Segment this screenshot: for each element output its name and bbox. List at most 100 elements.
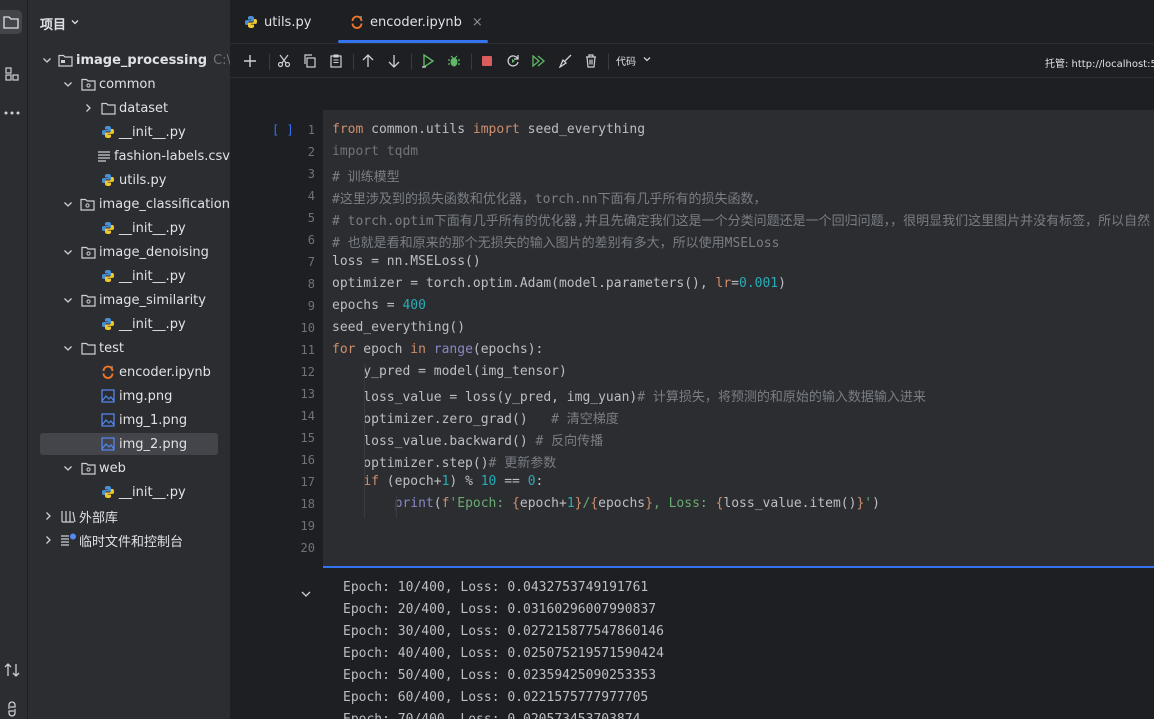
line-number: 13 [300, 387, 315, 401]
package-folder-icon [80, 460, 96, 476]
chevron-down-icon[interactable] [42, 54, 52, 66]
tree-item[interactable]: __init__.py [28, 217, 230, 239]
chevron-right-icon[interactable] [82, 102, 94, 114]
structure-icon[interactable] [0, 62, 24, 86]
code-line[interactable]: #这里涉及到的损失函数和优化器，torch.nn下面有几乎所有的损失函数， [332, 188, 766, 207]
chevron-right-icon[interactable] [42, 510, 54, 522]
chevron-down-icon[interactable] [62, 246, 74, 258]
code-line[interactable]: loss_value = loss(y_pred, img_yuan)# 计算损… [332, 386, 926, 405]
chevron-down-icon[interactable] [62, 78, 74, 90]
clear-outputs-icon[interactable] [555, 51, 575, 71]
tree-item-label: image_similarity [99, 292, 206, 308]
tree-item[interactable]: img_1.png [28, 409, 230, 431]
chevron-down-icon[interactable] [62, 294, 74, 306]
package-folder-icon [80, 76, 96, 92]
more-tools-icon[interactable] [0, 101, 24, 125]
cut-icon[interactable] [274, 51, 294, 71]
line-number: 1 [307, 123, 315, 137]
close-icon[interactable]: × [472, 15, 483, 30]
tree-item[interactable]: test [28, 337, 230, 359]
code-line[interactable]: optimizer.zero_grad() # 清空梯度 [332, 408, 619, 427]
project-header[interactable]: 项目 [40, 13, 80, 33]
tree-item-label: encoder.ipynb [119, 364, 211, 380]
tab-utils-py[interactable]: utils.py [244, 0, 311, 44]
code-line[interactable]: from common.utils import seed_everything [332, 122, 645, 137]
code-token: optimizer = torch.optim.Adam(model.param… [332, 276, 716, 291]
code-line[interactable]: loss = nn.MSELoss() [332, 254, 481, 269]
tree-item[interactable]: common [28, 73, 230, 95]
tree-item[interactable]: image_denoising [28, 241, 230, 263]
tree-item[interactable]: web [28, 457, 230, 479]
tree-item[interactable]: image_similarity [28, 289, 230, 311]
code-token: from [332, 122, 364, 137]
cell-type-select[interactable]: 代码 [616, 53, 652, 68]
run-cell-icon[interactable] [418, 51, 438, 71]
chevron-down-icon[interactable] [62, 342, 74, 354]
package-folder-icon [80, 196, 96, 212]
paste-icon[interactable] [326, 51, 346, 71]
package-folder-icon [80, 244, 96, 260]
code-line[interactable]: y_pred = model(img_tensor) [332, 364, 567, 379]
tab-encoder-ipynb[interactable]: encoder.ipynb × [350, 0, 483, 44]
tree-item[interactable]: image_classification [28, 193, 230, 215]
tree-item[interactable]: __init__.py [28, 121, 230, 143]
code-line[interactable]: optimizer.step()# 更新参数 [332, 452, 556, 471]
code-token: seed_everything [519, 122, 646, 137]
tree-item[interactable]: img.png [28, 385, 230, 407]
code-line[interactable]: print(f'Epoch: {epoch+1}/{epochs}, Loss:… [332, 496, 880, 511]
debug-icon[interactable] [444, 51, 464, 71]
move-down-icon[interactable] [384, 51, 404, 71]
code-line[interactable]: epochs = 400 [332, 298, 426, 313]
code-token: for [332, 342, 356, 357]
tree-item[interactable]: encoder.ipynb [28, 361, 230, 383]
tree-item[interactable]: __init__.py [28, 481, 230, 503]
code-line[interactable]: # torch.optim下面有几乎所有的优化器,并且先确定我们这是一个分类问题… [332, 210, 1150, 229]
code-line[interactable]: # 训练模型 [332, 166, 400, 185]
tree-item[interactable]: 临时文件和控制台 [28, 529, 230, 551]
tree-item[interactable]: 外部库 [28, 505, 230, 527]
run-all-icon[interactable] [529, 51, 549, 71]
project-folder-icon[interactable] [0, 10, 22, 34]
line-number: 12 [300, 365, 315, 379]
tree-item[interactable]: utils.py [28, 169, 230, 191]
commit-icon[interactable] [0, 658, 24, 682]
collapse-output-icon[interactable] [300, 588, 312, 604]
output-line: Epoch: 60/400, Loss: 0.0221575777977705 [343, 690, 649, 705]
tree-item[interactable]: __init__.py [28, 313, 230, 335]
code-line[interactable]: optimizer = torch.optim.Adam(model.param… [332, 276, 786, 291]
add-cell-icon[interactable] [240, 51, 260, 71]
code-line[interactable]: import tqdm [332, 144, 418, 159]
tree-item-label: fashion-labels.csv [113, 148, 230, 164]
tab-label: encoder.ipynb [370, 14, 462, 30]
tree-item[interactable]: __init__.py [28, 265, 230, 287]
code-line[interactable]: # 也就是看和原来的那个无损失的输入图片的差别有多大，所以使用MSELoss [332, 232, 779, 251]
chevron-down-icon[interactable] [62, 198, 74, 210]
stop-icon[interactable] [477, 51, 497, 71]
copy-icon[interactable] [300, 51, 320, 71]
jupyter-server-label[interactable]: 托管: http://localhost:5 [1045, 55, 1154, 70]
tree-item-label: __init__.py [119, 484, 186, 500]
line-number: 2 [307, 145, 315, 159]
code-cell[interactable]: 1 from common.utils import seed_everythin… [301, 110, 1154, 568]
code-line[interactable]: loss_value.backward() # 反向传播 [332, 430, 603, 449]
delete-icon[interactable] [581, 51, 601, 71]
code-token: # 更新参数 [488, 456, 557, 471]
chevron-right-icon[interactable] [42, 534, 54, 546]
code-line[interactable]: for epoch in range(epochs): [332, 342, 543, 357]
code-token: 400 [402, 298, 426, 313]
chevron-down-icon[interactable] [62, 462, 74, 474]
restart-kernel-icon[interactable] [503, 51, 523, 71]
indent-guide [396, 496, 397, 518]
code-line[interactable]: seed_everything() [332, 320, 465, 335]
tool-window-strip [0, 0, 28, 719]
tree-item[interactable]: dataset [28, 97, 230, 119]
tree-item[interactable]: fashion-labels.csv [28, 145, 230, 167]
move-up-icon[interactable] [358, 51, 378, 71]
python-packages-icon[interactable] [0, 697, 24, 719]
code-token: ) [872, 496, 880, 511]
tree-item[interactable]: img_2.png [40, 433, 218, 455]
tree-item[interactable]: image_processing C:\U [28, 49, 230, 71]
tree-item-label: __init__.py [119, 316, 186, 332]
jupyter-notebook-icon [350, 15, 364, 29]
python-file-icon [100, 484, 116, 500]
